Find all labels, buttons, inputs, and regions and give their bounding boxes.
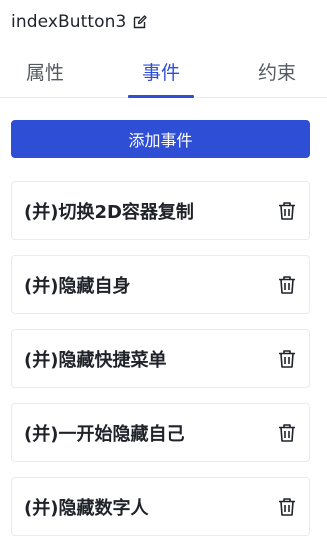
event-label: (并)切换2D容器复制 — [24, 201, 194, 223]
active-tab-indicator — [128, 95, 194, 98]
trash-icon[interactable] — [276, 200, 298, 222]
event-item[interactable]: (并)切换2D容器复制 — [11, 181, 310, 240]
event-label: (并)一开始隐藏自己 — [24, 423, 185, 445]
event-item[interactable]: (并)隐藏快捷菜单 — [11, 329, 310, 388]
trash-icon[interactable] — [276, 422, 298, 444]
event-list: (并)切换2D容器复制 (并)隐藏自身 (并)隐藏快捷菜单 (并)一开始隐藏自己… — [11, 181, 310, 550]
tab-bar: 属性 事件 约束 — [0, 44, 327, 98]
tab-properties[interactable]: 属性 — [0, 44, 90, 98]
trash-icon[interactable] — [276, 496, 298, 518]
event-label: (并)隐藏自身 — [24, 275, 131, 297]
add-event-button[interactable]: 添加事件 — [11, 120, 310, 158]
event-label: (并)隐藏数字人 — [24, 497, 149, 519]
edit-icon[interactable] — [132, 14, 148, 30]
tab-constraints[interactable]: 约束 — [232, 44, 322, 98]
event-label: (并)隐藏快捷菜单 — [24, 349, 167, 371]
component-name: indexButton3 — [11, 12, 127, 32]
event-item[interactable]: (并)一开始隐藏自己 — [11, 403, 310, 462]
trash-icon[interactable] — [276, 274, 298, 296]
event-item[interactable]: (并)隐藏自身 — [11, 255, 310, 314]
panel-header: indexButton3 — [11, 10, 148, 34]
event-item[interactable]: (并)隐藏数字人 — [11, 477, 310, 536]
trash-icon[interactable] — [276, 348, 298, 370]
tab-events[interactable]: 事件 — [116, 44, 206, 98]
